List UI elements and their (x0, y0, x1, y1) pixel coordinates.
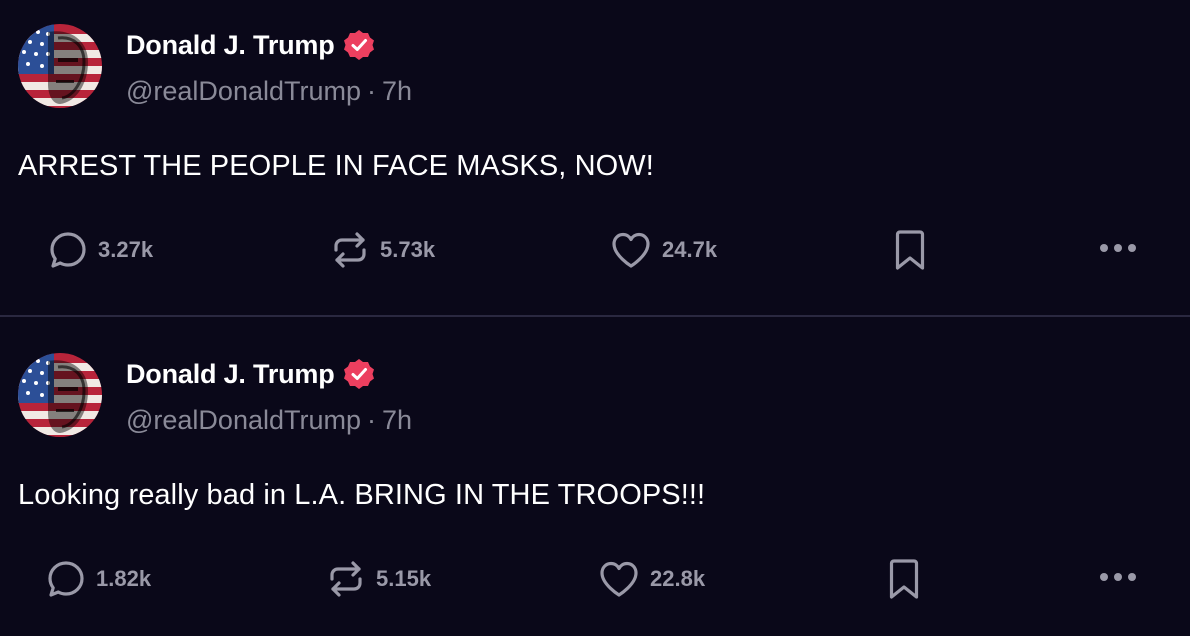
more-icon (1098, 570, 1138, 588)
post-time[interactable]: 7h (382, 405, 412, 435)
post-actions: 3.27k 5.73k 24.7k (0, 228, 1190, 272)
bookmark-button[interactable] (892, 228, 928, 272)
repost-icon (330, 230, 370, 270)
post-time[interactable]: 7h (382, 76, 412, 106)
feed: Donald J. Trump @realDonaldTrump · 7h ARRE… (0, 0, 1190, 636)
reply-count: 1.82k (96, 566, 152, 591)
post[interactable]: Donald J. Trump @realDonaldTrump · 7h Look… (0, 317, 1190, 636)
repost-button[interactable]: 5.15k (326, 557, 431, 601)
post-actions: 1.82k 5.15k 22.8k (0, 557, 1190, 601)
like-icon (610, 230, 652, 270)
author-handle[interactable]: @realDonaldTrump (126, 76, 361, 106)
like-count: 24.7k (662, 237, 718, 262)
post-text: Looking really bad in L.A. BRING IN THE … (18, 479, 706, 511)
verified-badge-icon (343, 29, 375, 61)
meta-separator: · (367, 405, 376, 435)
verified-badge-icon (343, 358, 375, 390)
author-name[interactable]: Donald J. Trump (126, 359, 335, 390)
avatar-flag-portrait-icon (18, 24, 102, 108)
reply-icon (46, 559, 86, 599)
post-meta: @realDonaldTrump · 7h (126, 405, 412, 436)
post-meta: @realDonaldTrump · 7h (126, 76, 412, 107)
reply-button[interactable]: 1.82k (46, 557, 151, 601)
meta-separator: · (367, 76, 376, 106)
bookmark-icon (886, 557, 922, 601)
reply-button[interactable]: 3.27k (48, 228, 153, 272)
repost-button[interactable]: 5.73k (330, 228, 435, 272)
author-row: Donald J. Trump (126, 355, 375, 393)
like-button[interactable]: 24.7k (610, 228, 717, 272)
like-count: 22.8k (650, 566, 706, 591)
more-button[interactable] (1098, 557, 1138, 601)
bookmark-icon (892, 228, 928, 272)
post-text: ARREST THE PEOPLE IN FACE MASKS, NOW! (18, 150, 654, 182)
repost-count: 5.73k (380, 237, 436, 262)
author-row: Donald J. Trump (126, 26, 375, 64)
bookmark-button[interactable] (886, 557, 922, 601)
author-handle[interactable]: @realDonaldTrump (126, 405, 361, 435)
more-icon (1098, 241, 1138, 259)
more-button[interactable] (1098, 228, 1138, 272)
author-name[interactable]: Donald J. Trump (126, 30, 335, 61)
reply-count: 3.27k (98, 237, 154, 262)
like-icon (598, 559, 640, 599)
avatar-flag-portrait-icon (18, 353, 102, 437)
repost-icon (326, 559, 366, 599)
repost-count: 5.15k (376, 566, 432, 591)
reply-icon (48, 230, 88, 270)
post[interactable]: Donald J. Trump @realDonaldTrump · 7h ARRE… (0, 0, 1190, 315)
like-button[interactable]: 22.8k (598, 557, 705, 601)
avatar[interactable] (18, 353, 102, 437)
avatar[interactable] (18, 24, 102, 108)
